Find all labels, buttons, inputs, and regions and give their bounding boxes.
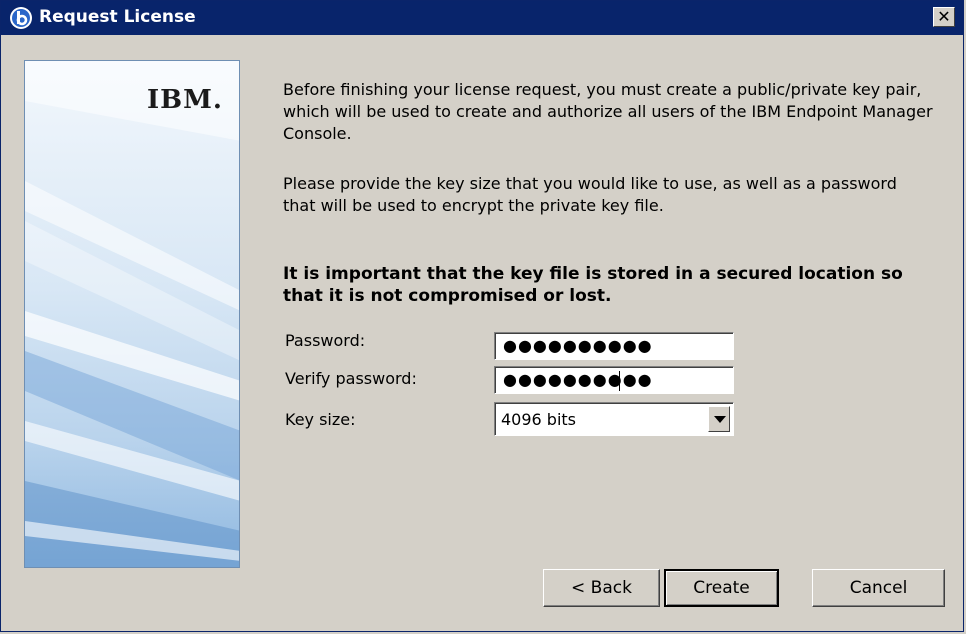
request-license-dialog: Request License ✕ IBM. Before finishing … (0, 0, 964, 632)
password-label: Password: (285, 331, 366, 350)
back-button[interactable]: < Back (543, 569, 660, 607)
close-icon: ✕ (937, 7, 951, 26)
title-bar[interactable]: Request License ✕ (1, 1, 963, 35)
create-button[interactable]: Create (664, 569, 779, 607)
important-notice: It is important that the key file is sto… (283, 264, 903, 306)
password-value: ●●●●●●●●●● (503, 336, 653, 355)
key-size-select[interactable]: 4096 bits (494, 402, 734, 436)
instruction-paragraph: Please provide the key size that you wou… (283, 174, 897, 215)
ibm-logo: IBM. (147, 85, 223, 115)
verify-password-value: ●●●●●●●●●● (503, 370, 653, 389)
chevron-down-icon[interactable] (708, 406, 730, 432)
window-title: Request License (39, 7, 196, 27)
verify-password-field[interactable]: ●●●●●●●●●● (494, 366, 734, 394)
key-size-value: 4096 bits (501, 410, 577, 429)
intro-paragraph: Before finishing your license request, y… (283, 80, 933, 143)
password-field[interactable]: ●●●●●●●●●● (494, 332, 734, 360)
text-caret (619, 371, 620, 391)
ibm-banner-image: IBM. (24, 60, 240, 568)
key-size-label: Key size: (285, 410, 356, 429)
verify-password-label: Verify password: (285, 369, 417, 388)
close-button[interactable]: ✕ (933, 7, 955, 27)
app-icon (10, 7, 32, 29)
cancel-button[interactable]: Cancel (812, 569, 945, 607)
banner-swoosh-graphic (25, 61, 239, 567)
